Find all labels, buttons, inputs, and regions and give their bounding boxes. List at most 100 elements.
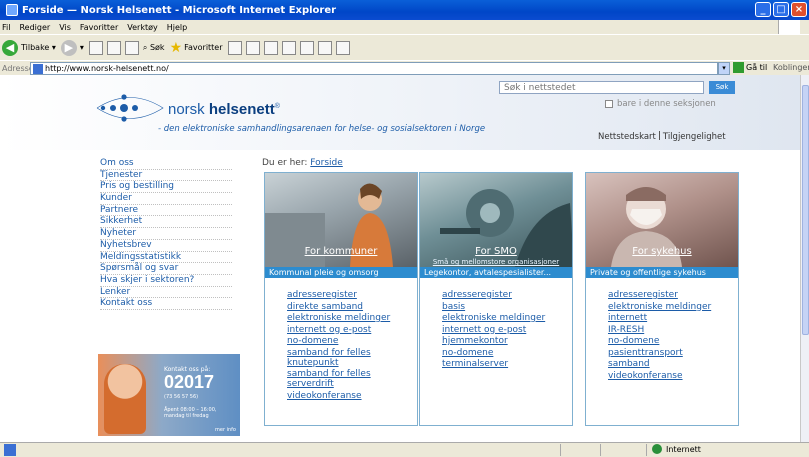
smo-link[interactable]: adresseregister [442, 290, 566, 300]
smo-photo[interactable]: For SMO Små og mellomstore organisasjone… [420, 173, 572, 267]
kommuner-link[interactable]: internett og e-post [287, 325, 411, 335]
ie-icon [6, 4, 18, 16]
site-search-input[interactable] [499, 81, 704, 94]
minimize-button[interactable]: _ [755, 2, 771, 17]
kommuner-link[interactable]: samband for felles knutepunkt [287, 348, 411, 368]
nav-sikkerhet[interactable]: Sikkerhet [100, 216, 232, 229]
sykehus-link[interactable]: internett [608, 313, 732, 323]
smo-link[interactable]: basis [442, 302, 566, 312]
search-scope-option[interactable]: bare i denne seksjonen [605, 99, 716, 109]
go-button[interactable]: Gå til [733, 62, 767, 73]
nav-nyheter[interactable]: Nyheter [100, 228, 232, 240]
sykehus-link[interactable]: pasienttransport [608, 348, 732, 358]
nav-om-oss[interactable]: Om oss [100, 158, 232, 170]
sykehus-link[interactable]: videokonferanse [608, 371, 732, 381]
nav-meldingsstatistikk[interactable]: Meldingsstatistikk [100, 252, 232, 264]
nav-kontakt-oss[interactable]: Kontakt oss [100, 298, 232, 310]
kommuner-links: adresseregister direkte samband elektron… [265, 290, 411, 402]
status-page-icon [4, 444, 16, 456]
address-input[interactable]: http://www.norsk-helsenett.no/ [30, 62, 718, 75]
menu-view[interactable]: Vis [59, 23, 71, 32]
address-dropdown-icon[interactable]: ▾ [718, 62, 730, 75]
smo-link[interactable]: hjemmekontor [442, 336, 566, 346]
search-button[interactable]: ⌕ Søk [143, 43, 165, 53]
kommuner-link[interactable]: no-domene [287, 336, 411, 346]
site-tagline: - den elektroniske samhandlingsarenaen f… [158, 124, 486, 134]
research-icon[interactable] [317, 40, 332, 55]
kommuner-link[interactable]: videokonferanse [287, 391, 411, 401]
kommuner-link[interactable]: samband for felles serverdrift [287, 369, 411, 389]
kommuner-link[interactable]: direkte samband [287, 302, 411, 312]
menu-file[interactable]: Fil [2, 23, 10, 32]
messenger-icon[interactable] [299, 40, 314, 55]
kommuner-link[interactable]: elektroniske meldinger [287, 313, 411, 323]
home-icon[interactable] [124, 40, 139, 55]
left-nav: Om oss Tjenester Pris og bestilling Kund… [100, 158, 232, 310]
sykehus-link[interactable]: samband [608, 359, 732, 369]
sykehus-link[interactable]: IR-RESH [608, 325, 732, 335]
favorites-button[interactable]: ★ Favoritter [170, 40, 223, 56]
smo-link[interactable]: no-domene [442, 348, 566, 358]
smo-subtitle[interactable]: Små og mellomstore organisasjoner [420, 258, 572, 266]
nav-kunder[interactable]: Kunder [100, 193, 232, 205]
nav-lenker[interactable]: Lenker [100, 287, 232, 299]
scrollbar-thumb[interactable] [802, 85, 809, 335]
menu-edit[interactable]: Rediger [19, 23, 50, 32]
stop-icon[interactable] [88, 40, 103, 55]
smo-links: adresseregister basis elektroniske meldi… [420, 290, 566, 371]
site-header: norsk helsenett® - den elektroniske samh… [0, 75, 800, 150]
mail-icon[interactable] [245, 40, 260, 55]
nav-tjenester[interactable]: Tjenester [100, 170, 232, 182]
window-icon[interactable] [335, 40, 350, 55]
sykehus-links: adresseregister elektroniske meldinger i… [586, 290, 732, 382]
sykehus-photo[interactable]: For sykehus [586, 173, 738, 267]
links-button[interactable]: Koblinger [773, 63, 809, 72]
close-button[interactable]: × [791, 2, 807, 17]
breadcrumb: Du er her: Forside [262, 158, 343, 168]
nav-hva-skjer[interactable]: Hva skjer i sektoren? [100, 275, 232, 287]
sykehus-link[interactable]: no-domene [608, 336, 732, 346]
accessibility-link[interactable]: Tilgjengelighet [663, 132, 726, 142]
menu-favorites[interactable]: Favoritter [80, 23, 118, 32]
contact-more-link[interactable]: mer info [215, 427, 236, 433]
page-viewport: norsk helsenett® - den elektroniske samh… [0, 75, 800, 442]
toolbar: ◀ Tilbake ▾ ▶ ▾ ⌕ Søk ★ Favoritter [0, 34, 809, 60]
smo-link[interactable]: terminalserver [442, 359, 566, 369]
sitemap-link[interactable]: Nettstedskart [598, 132, 656, 142]
vertical-scrollbar[interactable] [800, 75, 809, 442]
go-arrow-icon [733, 62, 744, 73]
maximize-button[interactable]: □ [773, 2, 789, 17]
scope-checkbox[interactable] [605, 100, 613, 108]
history-icon[interactable] [227, 40, 242, 55]
kommuner-title[interactable]: For kommuner [265, 246, 417, 257]
menu-help[interactable]: Hjelp [167, 23, 187, 32]
edit-icon[interactable] [281, 40, 296, 55]
nav-pris-og-bestilling[interactable]: Pris og bestilling [100, 181, 232, 194]
kommuner-link[interactable]: adresseregister [287, 290, 411, 300]
contact-hours: Åpent 08:00 – 16:00, mandag til fredag [164, 407, 217, 419]
smo-link[interactable]: elektroniske meldinger [442, 313, 566, 323]
breadcrumb-home-link[interactable]: Forside [310, 158, 343, 168]
print-icon[interactable] [263, 40, 278, 55]
sykehus-title[interactable]: For sykehus [586, 246, 738, 257]
nav-sporsmal-og-svar[interactable]: Spørsmål og svar [100, 263, 232, 275]
site-logo[interactable]: norsk helsenett® [168, 101, 280, 118]
nav-partnere[interactable]: Partnere [100, 205, 232, 217]
nav-nyhetsbrev[interactable]: Nyhetsbrev [100, 240, 232, 252]
sykehus-link[interactable]: adresseregister [608, 290, 732, 300]
forward-button[interactable]: ▶ ▾ [60, 39, 84, 56]
forward-arrow-icon: ▶ [60, 39, 77, 56]
site-search-button[interactable]: Søk [709, 81, 735, 94]
contact-box[interactable]: Kontakt oss på: 02017 (73 56 57 56) Åpen… [98, 354, 240, 436]
smo-link[interactable]: internett og e-post [442, 325, 566, 335]
smo-title[interactable]: For SMO [420, 246, 572, 257]
security-zone: Internett [652, 444, 701, 454]
column-sykehus: For sykehus Private og offentlige sykehu… [585, 172, 739, 426]
sykehus-link[interactable]: elektroniske meldinger [608, 302, 732, 312]
window-title-bar: Forside — Norsk Helsenett - Microsoft In… [0, 0, 809, 20]
menu-tools[interactable]: Verktøy [127, 23, 157, 32]
page-icon [33, 64, 43, 74]
kommuner-photo[interactable]: For kommuner [265, 173, 417, 267]
back-button[interactable]: ◀ Tilbake ▾ [2, 39, 56, 56]
refresh-icon[interactable] [106, 40, 121, 55]
